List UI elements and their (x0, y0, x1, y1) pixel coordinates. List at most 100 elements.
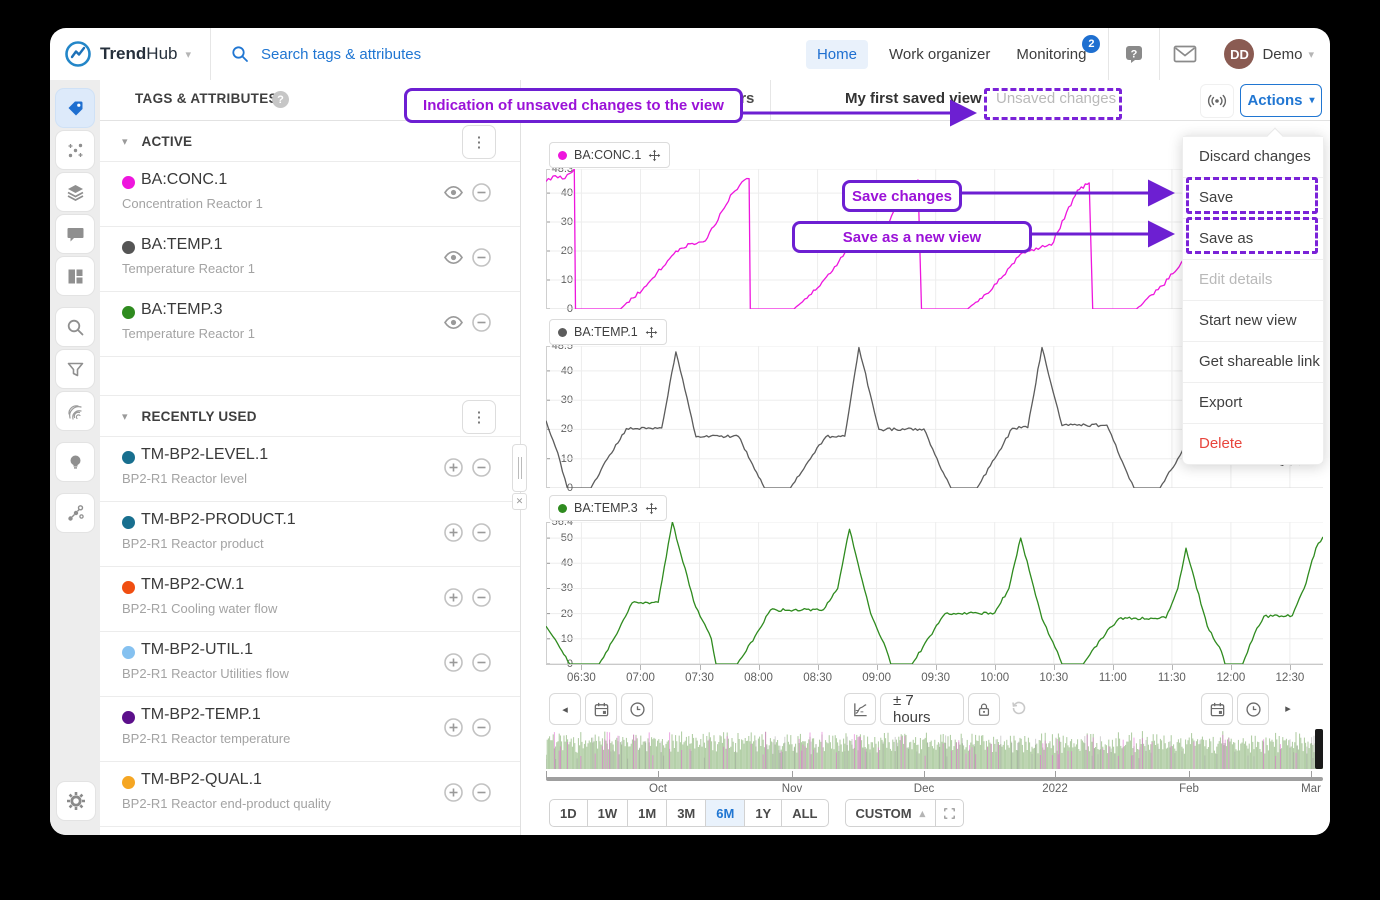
tag-row-ba-temp1[interactable]: BA:TEMP.1 Temperature Reactor 1 (100, 227, 520, 292)
search-input[interactable] (259, 45, 523, 64)
legend-ba-temp1[interactable]: BA:TEMP.1 (549, 319, 667, 345)
rail-search-button[interactable] (55, 307, 95, 347)
rail-settings-button[interactable] (56, 781, 96, 821)
add-tag-icon[interactable] (443, 782, 464, 803)
timeline-month-label: Feb (1179, 783, 1199, 795)
menu-delete[interactable]: Delete (1183, 423, 1323, 464)
range-1y-button[interactable]: 1Y (744, 799, 782, 827)
add-tag-icon[interactable] (443, 587, 464, 608)
help-icon[interactable]: ? (1122, 42, 1146, 66)
rail-dashboard-button[interactable] (55, 256, 95, 296)
menu-start-new-view[interactable]: Start new view (1183, 300, 1323, 341)
overview-minimap[interactable] (546, 729, 1323, 769)
remove-tag-icon[interactable] (471, 457, 492, 478)
section-menu-button[interactable]: ⋮ (462, 125, 496, 159)
remove-tag-icon[interactable] (471, 782, 492, 803)
tag-row-tm-bp2-cw1[interactable]: TM-BP2-CW.1 BP2-R1 Cooling water flow (100, 567, 520, 632)
range-1m-button[interactable]: 1M (627, 799, 667, 827)
move-handle-icon[interactable] (645, 502, 658, 515)
pan-left-button[interactable]: ◂ (549, 693, 581, 725)
legend-ba-conc1[interactable]: BA:CONC.1 (549, 142, 670, 168)
menu-get-shareable-link[interactable]: Get shareable link (1183, 341, 1323, 382)
end-time-button[interactable] (1237, 693, 1269, 725)
panel-resize-handle[interactable] (512, 444, 527, 492)
view-title: My first saved view (845, 90, 982, 107)
rail-context-button[interactable] (55, 493, 95, 533)
visibility-eye-icon[interactable] (443, 247, 464, 268)
panel-help-icon[interactable]: ? (272, 91, 289, 108)
nav-home[interactable]: Home (806, 40, 868, 69)
rail-recommendations-button[interactable] (55, 442, 95, 482)
add-tag-icon[interactable] (443, 522, 464, 543)
mail-icon[interactable] (1173, 42, 1197, 66)
context-graph-icon (66, 504, 85, 523)
move-handle-icon[interactable] (645, 326, 658, 339)
tag-color-dot (122, 711, 135, 724)
menu-discard-changes[interactable]: Discard changes (1183, 136, 1323, 177)
rail-fingerprint-button[interactable] (55, 391, 95, 431)
legend-ba-temp3[interactable]: BA:TEMP.3 (549, 495, 667, 521)
range-all-button[interactable]: ALL (781, 799, 828, 827)
pan-right-button[interactable]: ▸ (1273, 693, 1303, 723)
minimap-selection-handle (1315, 729, 1323, 769)
rail-tags-button[interactable] (55, 88, 95, 128)
chart-ba-temp3[interactable] (546, 522, 1323, 664)
collapse-triangle-icon[interactable]: ▾ (122, 410, 128, 423)
range-1w-button[interactable]: 1W (587, 799, 629, 827)
remove-tag-icon[interactable] (471, 652, 492, 673)
add-tag-icon[interactable] (443, 652, 464, 673)
nav-work-organizer[interactable]: Work organizer (889, 46, 990, 63)
user-name[interactable]: Demo (1262, 46, 1302, 63)
visibility-eye-icon[interactable] (443, 312, 464, 333)
range-6m-button[interactable]: 6M (705, 799, 745, 827)
fit-window-button[interactable] (936, 799, 964, 827)
tag-row-ba-temp3[interactable]: BA:TEMP.3 Temperature Reactor 1 (100, 292, 520, 357)
menu-export[interactable]: Export (1183, 382, 1323, 423)
end-calendar-button[interactable] (1201, 693, 1233, 725)
add-tag-icon[interactable] (443, 717, 464, 738)
lock-timespan-button[interactable] (968, 693, 1000, 725)
remove-tag-icon[interactable] (471, 522, 492, 543)
remove-tag-icon[interactable] (471, 312, 492, 333)
tag-row-ba-conc1[interactable]: BA:CONC.1 Concentration Reactor 1 (100, 162, 520, 227)
remove-tag-icon[interactable] (471, 587, 492, 608)
compare-mode-button[interactable] (844, 693, 876, 725)
rail-compare-button[interactable] (55, 130, 95, 170)
history-undo-button[interactable] (1004, 693, 1034, 723)
rail-comments-button[interactable] (55, 214, 95, 254)
duration-button[interactable]: ± 7 hours (880, 693, 964, 725)
custom-range-button[interactable]: CUSTOM▴ (845, 799, 937, 827)
section-active-header[interactable]: ▾ ACTIVE ⋮ (100, 121, 520, 162)
range-3m-button[interactable]: 3M (666, 799, 706, 827)
add-tag-icon[interactable] (443, 457, 464, 478)
collapse-triangle-icon[interactable]: ▾ (122, 135, 128, 148)
user-chevron-down-icon[interactable]: ▾ (1308, 48, 1314, 61)
start-calendar-button[interactable] (585, 693, 617, 725)
timeline-bar[interactable] (546, 777, 1323, 781)
range-1d-button[interactable]: 1D (549, 799, 588, 827)
remove-tag-icon[interactable] (471, 182, 492, 203)
visibility-eye-icon[interactable] (443, 182, 464, 203)
section-menu-button[interactable]: ⋮ (462, 400, 496, 434)
user-avatar[interactable]: DD (1224, 39, 1254, 69)
rail-filter-button[interactable] (55, 349, 95, 389)
nav-monitoring[interactable]: Monitoring 2 (1016, 46, 1086, 63)
remove-tag-icon[interactable] (471, 717, 492, 738)
live-mode-button[interactable] (1200, 84, 1234, 118)
search-box[interactable] (211, 45, 523, 64)
tag-row-tm-bp2-util1[interactable]: TM-BP2-UTIL.1 BP2-R1 Reactor Utilities f… (100, 632, 520, 697)
actions-button[interactable]: Actions▾ (1240, 84, 1322, 117)
start-time-button[interactable] (621, 693, 653, 725)
tag-row-tm-bp2-qual1[interactable]: TM-BP2-QUAL.1 BP2-R1 Reactor end-product… (100, 762, 520, 827)
rail-layers-button[interactable] (55, 172, 95, 212)
app-logo[interactable]: TrendHub ▾ (50, 40, 210, 68)
overview-timeline[interactable]: OctNovDec2022FebMar (546, 771, 1323, 797)
tag-row-tm-bp2-level1[interactable]: TM-BP2-LEVEL.1 BP2-R1 Reactor level (100, 437, 520, 502)
panel-collapse-icon[interactable]: ✕ (512, 493, 527, 510)
logo-chevron-down-icon[interactable]: ▾ (185, 48, 191, 61)
move-handle-icon[interactable] (648, 149, 661, 162)
tag-row-tm-bp2-temp1[interactable]: TM-BP2-TEMP.1 BP2-R1 Reactor temperature (100, 697, 520, 762)
tag-row-tm-bp2-product1[interactable]: TM-BP2-PRODUCT.1 BP2-R1 Reactor product (100, 502, 520, 567)
section-recent-header[interactable]: ▾ RECENTLY USED ⋮ (100, 395, 520, 437)
remove-tag-icon[interactable] (471, 247, 492, 268)
